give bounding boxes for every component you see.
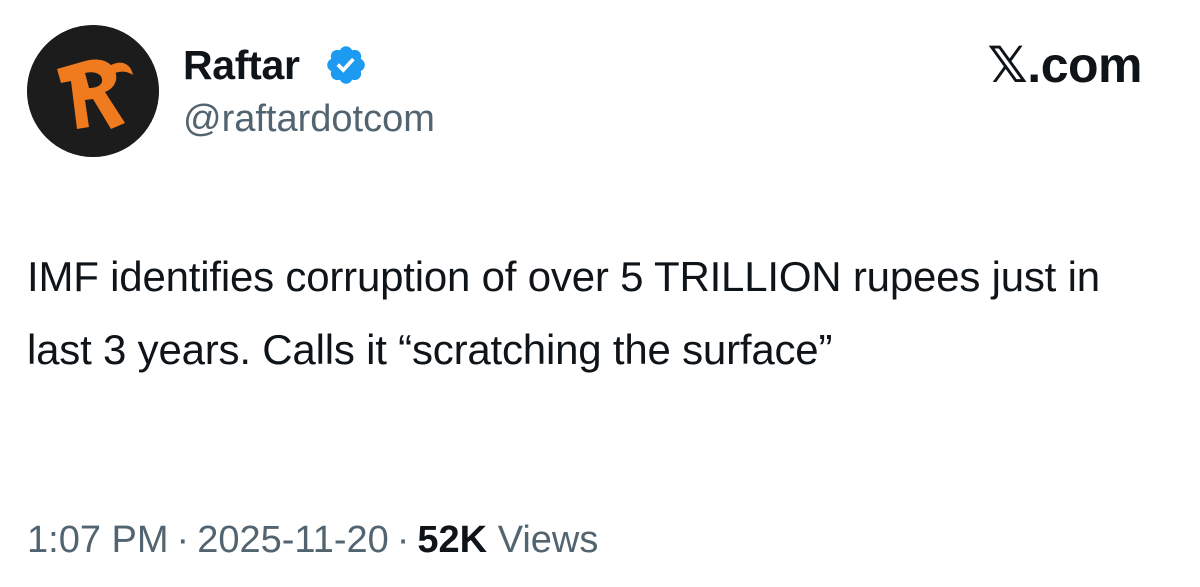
tweet-time-link[interactable]: 1:07 PM · 2025-11-20 [27,519,389,561]
raftar-logo-icon [27,25,159,157]
verified-badge-icon [324,43,368,87]
meta-separator: · [396,519,410,561]
author-handle[interactable]: @raftardotcom [183,96,435,142]
tweet-text: IMF identifies corruption of over 5 TRIL… [27,253,1100,373]
author-display-name[interactable]: Raftar [183,40,300,90]
tweet-meta: 1:07 PM · 2025-11-20 · 52K Views [27,516,598,564]
profile-avatar[interactable] [27,25,159,157]
views-label: Views [497,519,599,561]
views-link[interactable]: 52K Views [417,519,598,561]
views-count: 52K [417,519,488,561]
tweet-date: 2025-11-20 [197,519,389,561]
tweet-time: 1:07 PM [27,519,169,561]
meta-separator: · [176,519,190,561]
x-com-brand-label: 𝕏.com [987,37,1143,93]
